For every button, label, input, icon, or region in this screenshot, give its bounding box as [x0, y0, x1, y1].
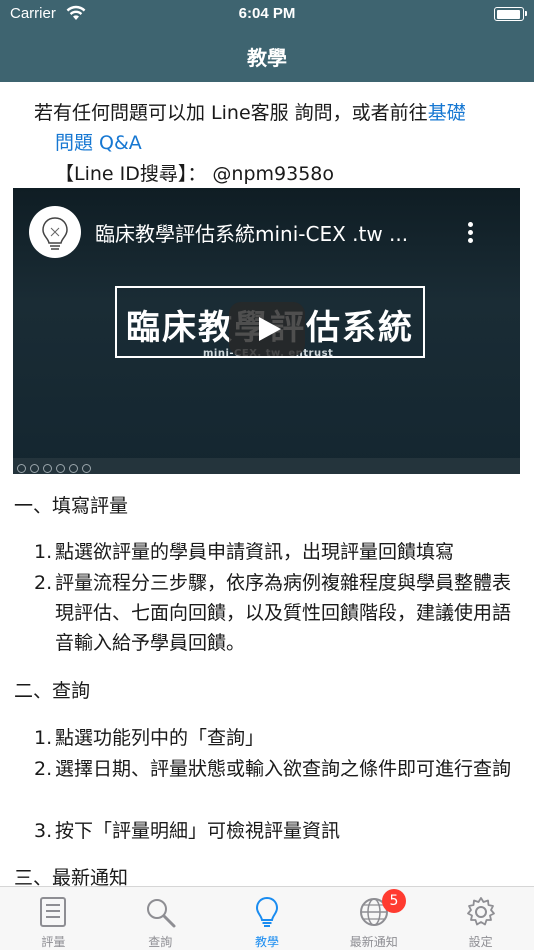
tab-label: 設定 — [468, 935, 493, 949]
page-title: 教學 — [247, 46, 287, 70]
list-item: 2. 選擇日期、評量狀態或輸入欲查詢之條件即可進行查詢 — [34, 754, 520, 784]
tab-settings[interactable]: 設定 — [427, 887, 534, 950]
lightbulb-icon — [255, 896, 278, 927]
list-text: 評量流程分三步驟，依序為病例複雜程度與學員整體表現評估、七面向回饋，以及質性回饋… — [55, 572, 512, 654]
tutorial-content[interactable]: 若有任何問題可以加 Line客服 詢問，或者前往基礎 問題 Q&A 【Line … — [0, 82, 534, 886]
play-button[interactable] — [229, 302, 305, 356]
notification-badge: 5 — [382, 889, 406, 913]
faq-link-continued[interactable]: 問題 Q&A — [55, 132, 142, 154]
search-icon — [147, 899, 176, 928]
list-text: 選擇日期、評量狀態或輸入欲查詢之條件即可進行查詢 — [55, 758, 512, 780]
list-item: 1. 點選欲評量的學員申請資訊，出現評量回饋填寫 — [34, 537, 520, 567]
tab-label: 最新通知 — [349, 935, 398, 949]
list-number: 3. — [34, 820, 53, 842]
intro-paragraph: 若有任何問題可以加 Line客服 詢問，或者前往基礎 問題 Q&A — [34, 98, 514, 158]
tab-notifications[interactable]: 最新通知 — [320, 887, 427, 950]
status-bar: Carrier 6:04 PM — [0, 0, 534, 28]
faq-link[interactable]: 基礎 — [428, 102, 466, 124]
battery-icon — [494, 7, 527, 21]
line-id-text: 【Line ID搜尋】： @npm9358o — [55, 163, 334, 185]
list-text: 按下「評量明細」可檢視評量資訊 — [55, 820, 341, 842]
control-icon[interactable] — [43, 464, 52, 473]
video-controls[interactable] — [13, 458, 520, 474]
list-number: 2. — [34, 572, 53, 594]
intro-text: 若有任何問題可以加 Line客服 詢問，或者前往 — [34, 102, 428, 124]
control-icon[interactable] — [82, 464, 91, 473]
video-title[interactable]: 臨床教學評估系統mini-CEX .tw ... — [95, 218, 408, 247]
tab-label: 查詢 — [148, 935, 173, 949]
more-options-icon[interactable] — [468, 222, 474, 244]
section-heading-query: 二、查詢 — [14, 680, 91, 702]
control-icon[interactable] — [30, 464, 39, 473]
video-player[interactable]: 臨床教學評估系統mini-CEX .tw ... 臨床教學評估系統 mini-C… — [13, 188, 520, 474]
list-item: 3. 按下「評量明細」可檢視評量資訊 — [34, 816, 520, 846]
channel-avatar[interactable] — [29, 206, 81, 258]
control-icon[interactable] — [56, 464, 65, 473]
list-text: 點選欲評量的學員申請資訊，出現評量回饋填寫 — [55, 541, 455, 563]
list-number: 2. — [34, 758, 53, 780]
list-number: 1. — [34, 727, 53, 749]
control-icon[interactable] — [17, 464, 26, 473]
tab-evaluation[interactable]: 評量 — [0, 887, 107, 950]
list-text: 點選功能列中的「查詢」 — [55, 727, 265, 749]
tab-bar: 評量 查詢 教學 最新通知 設定 5 — [0, 886, 534, 950]
tab-tutorial[interactable]: 教學 — [214, 887, 321, 950]
list-icon — [40, 897, 67, 927]
tab-label: 評量 — [41, 935, 66, 949]
list-item: 2. 評量流程分三步驟，依序為病例複雜程度與學員整體表現評估、七面向回饋，以及質… — [34, 568, 520, 658]
clock: 6:04 PM — [238, 5, 296, 22]
lightbulb-icon — [42, 217, 68, 250]
section-heading-notifications: 三、最新通知 — [14, 867, 129, 886]
gear-icon — [466, 897, 495, 926]
control-icon[interactable] — [69, 464, 78, 473]
list-item: 1. 點選功能列中的「查詢」 — [34, 723, 520, 753]
list-number: 1. — [34, 541, 53, 563]
tab-label: 教學 — [254, 935, 279, 949]
tab-query[interactable]: 查詢 — [107, 887, 214, 950]
navigation-bar: 教學 — [0, 28, 534, 82]
section-heading-fill: 一、填寫評量 — [14, 495, 129, 517]
